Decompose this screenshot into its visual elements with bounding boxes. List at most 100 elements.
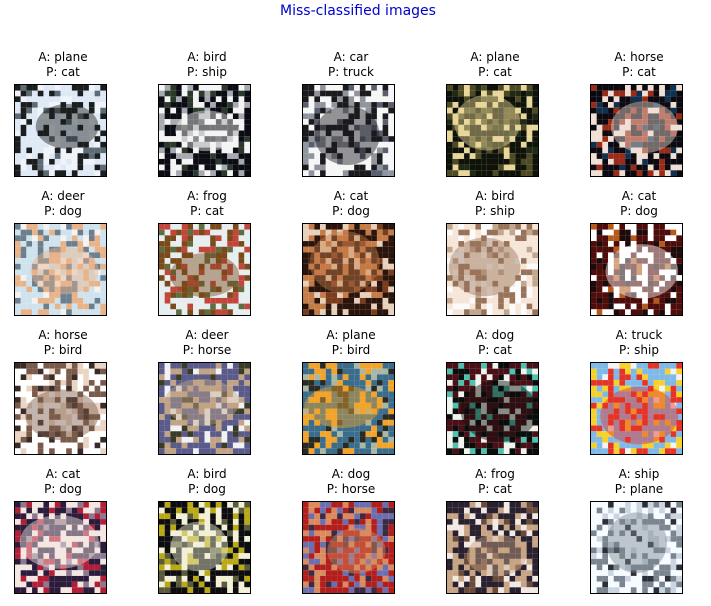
image-caption: A: horse P: cat: [574, 50, 704, 80]
misclassified-image-horse: [14, 362, 107, 455]
image-caption: A: bird P: dog: [142, 467, 272, 497]
predicted-label: P: bird: [43, 343, 83, 357]
image-caption: A: car P: truck: [286, 50, 416, 80]
image-caption: A: frog P: cat: [142, 189, 272, 219]
misclassified-image-card: A: dog P: cat: [430, 328, 560, 455]
misclassified-image-horse: [590, 84, 683, 177]
predicted-label: P: plane: [614, 482, 664, 496]
actual-label: A: horse: [38, 328, 88, 342]
actual-label: A: horse: [614, 50, 664, 64]
predicted-label: P: horse: [182, 343, 232, 357]
actual-label: A: frog: [187, 189, 227, 203]
misclassified-image-plane: [446, 84, 539, 177]
misclassified-image-ship: [590, 501, 683, 594]
image-caption: A: dog P: horse: [286, 467, 416, 497]
misclassified-image-card: A: deer P: horse: [142, 328, 272, 455]
predicted-label: P: truck: [328, 65, 374, 79]
predicted-label: P: dog: [620, 204, 658, 218]
actual-label: A: frog: [475, 467, 515, 481]
image-caption: A: frog P: cat: [430, 467, 560, 497]
misclassified-image-card: A: ship P: plane: [574, 467, 704, 594]
misclassified-image-bird: [446, 223, 539, 316]
misclassified-image-deer: [14, 223, 107, 316]
predicted-label: P: dog: [44, 482, 82, 496]
misclassified-image-card: A: dog P: horse: [286, 467, 416, 594]
predicted-label: P: dog: [188, 482, 226, 496]
actual-label: A: deer: [41, 189, 85, 203]
misclassified-image-card: A: cat P: dog: [286, 189, 416, 316]
actual-label: A: dog: [331, 467, 371, 481]
misclassified-image-card: A: horse P: cat: [574, 50, 704, 177]
image-caption: A: horse P: bird: [0, 328, 128, 358]
image-caption: A: ship P: plane: [574, 467, 704, 497]
misclassified-image-card: A: car P: truck: [286, 50, 416, 177]
misclassified-image-card: A: bird P: ship: [142, 50, 272, 177]
actual-label: A: ship: [618, 467, 660, 481]
image-caption: A: plane P: cat: [430, 50, 560, 80]
misclassified-image-card: A: plane P: cat: [430, 50, 560, 177]
misclassified-image-dog: [302, 501, 395, 594]
misclassified-image-card: A: frog P: cat: [430, 467, 560, 594]
image-caption: A: bird P: ship: [142, 50, 272, 80]
actual-label: A: plane: [326, 328, 376, 342]
predicted-label: P: horse: [326, 482, 376, 496]
misclassified-image-dog: [446, 362, 539, 455]
misclassified-image-car: [302, 84, 395, 177]
image-caption: A: plane P: cat: [0, 50, 128, 80]
actual-label: A: deer: [185, 328, 229, 342]
image-caption: A: deer P: dog: [0, 189, 128, 219]
misclassified-image-card: A: bird P: ship: [430, 189, 560, 316]
misclassified-image-frog: [446, 501, 539, 594]
predicted-label: P: cat: [190, 204, 224, 218]
misclassified-image-card: A: plane P: bird: [286, 328, 416, 455]
predicted-label: P: bird: [331, 343, 371, 357]
predicted-label: P: dog: [332, 204, 370, 218]
misclassified-image-card: A: deer P: dog: [0, 189, 128, 316]
misclassified-image-card: A: cat P: dog: [574, 189, 704, 316]
misclassified-image-card: A: plane P: cat: [0, 50, 128, 177]
misclassified-image-cat: [590, 223, 683, 316]
predicted-label: P: cat: [478, 65, 512, 79]
misclassified-image-plane: [14, 84, 107, 177]
actual-label: A: bird: [187, 50, 227, 64]
misclassified-image-deer: [158, 362, 251, 455]
actual-label: A: truck: [615, 328, 663, 342]
image-caption: A: deer P: horse: [142, 328, 272, 358]
misclassified-image-plane: [302, 362, 395, 455]
predicted-label: P: ship: [475, 204, 515, 218]
misclassified-image-cat: [14, 501, 107, 594]
figure-title: Miss-classified images: [280, 3, 436, 19]
predicted-label: P: cat: [478, 343, 512, 357]
image-caption: A: truck P: ship: [574, 328, 704, 358]
actual-label: A: bird: [475, 189, 515, 203]
image-caption: A: bird P: ship: [430, 189, 560, 219]
image-caption: A: dog P: cat: [430, 328, 560, 358]
predicted-label: P: cat: [478, 482, 512, 496]
misclassified-image-card: A: cat P: dog: [0, 467, 128, 594]
actual-label: A: cat: [45, 467, 81, 481]
actual-label: A: bird: [187, 467, 227, 481]
actual-label: A: car: [333, 50, 369, 64]
predicted-label: P: ship: [187, 65, 227, 79]
actual-label: A: dog: [475, 328, 515, 342]
misclassified-image-card: A: truck P: ship: [574, 328, 704, 455]
misclassified-image-card: A: horse P: bird: [0, 328, 128, 455]
image-caption: A: cat P: dog: [0, 467, 128, 497]
misclassified-image-truck: [590, 362, 683, 455]
predicted-label: P: dog: [44, 204, 82, 218]
actual-label: A: plane: [38, 50, 88, 64]
misclassified-image-bird: [158, 84, 251, 177]
image-caption: A: plane P: bird: [286, 328, 416, 358]
predicted-label: P: ship: [619, 343, 659, 357]
image-caption: A: cat P: dog: [286, 189, 416, 219]
actual-label: A: cat: [333, 189, 369, 203]
actual-label: A: cat: [621, 189, 657, 203]
misclassified-image-cat: [302, 223, 395, 316]
predicted-label: P: cat: [622, 65, 656, 79]
actual-label: A: plane: [470, 50, 520, 64]
misclassified-image-bird: [158, 501, 251, 594]
misclassified-image-card: A: bird P: dog: [142, 467, 272, 594]
misclassified-image-frog: [158, 223, 251, 316]
image-caption: A: cat P: dog: [574, 189, 704, 219]
predicted-label: P: cat: [46, 65, 80, 79]
